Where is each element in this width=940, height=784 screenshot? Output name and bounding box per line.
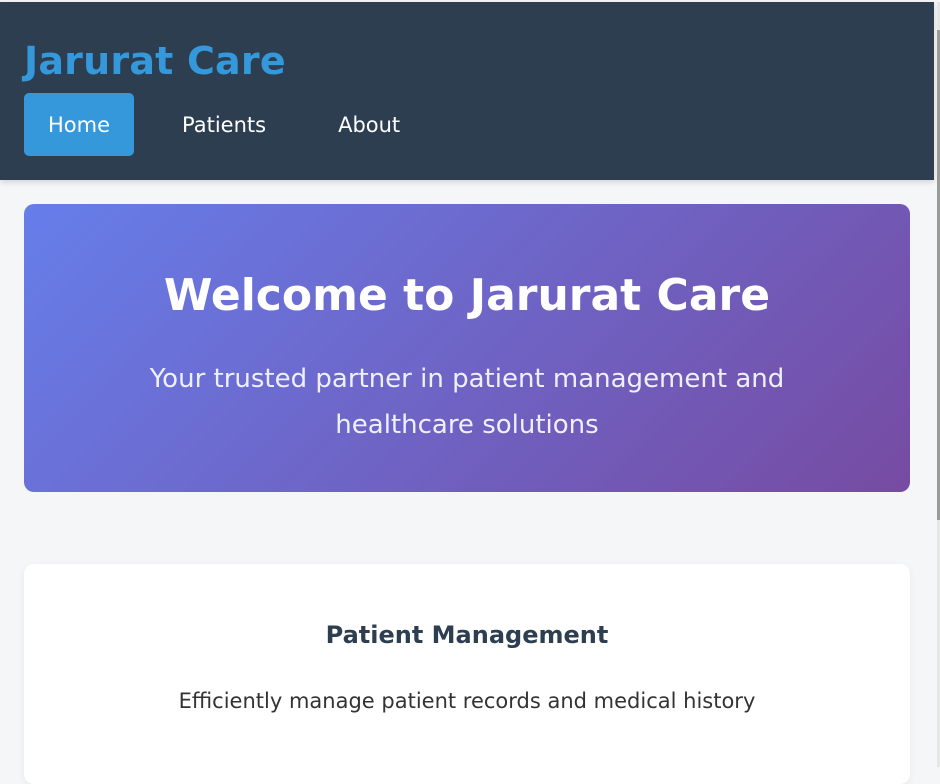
hero-subtitle: Your trusted partner in patient manageme… [149, 364, 785, 440]
feature-card-description: Efficiently manage patient records and m… [178, 689, 756, 713]
hero-title: Welcome to Jarurat Care [163, 270, 771, 321]
main-nav: Home Patients About [24, 93, 424, 156]
nav-patients[interactable]: Patients [158, 93, 290, 156]
nav-about[interactable]: About [314, 93, 424, 156]
site-header: Jarurat Care Home Patients About [0, 2, 934, 180]
hero-banner: Welcome to Jarurat Care Your trusted par… [24, 204, 910, 492]
feature-card-patient-management: Patient Management Efficiently manage pa… [24, 564, 910, 784]
nav-home[interactable]: Home [24, 93, 135, 156]
feature-card-title: Patient Management [325, 621, 609, 649]
brand-logo-text[interactable]: Jarurat Care [24, 38, 286, 84]
